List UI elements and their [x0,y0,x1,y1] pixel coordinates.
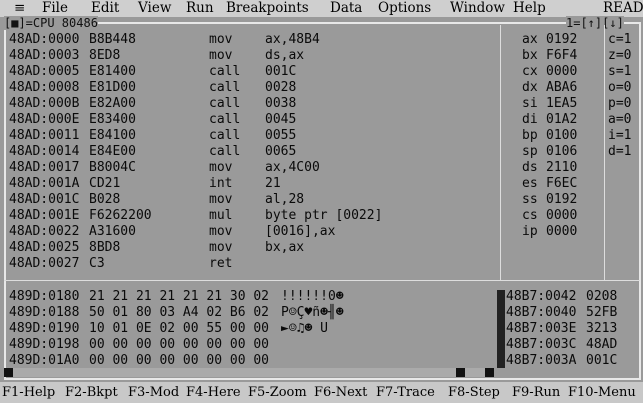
flag-row[interactable]: c=1 [608,32,631,48]
function-key-bar: F1-Help F2-Bkpt F3-Mod F4-Here F5-Zoom F… [0,382,643,403]
f7-trace-key[interactable]: F7-Trace [376,384,435,401]
flag-row[interactable]: a=0 [608,112,631,128]
code-register-divider [500,25,501,280]
f4-here-key[interactable]: F4-Here [186,384,241,401]
flag-row[interactable]: p=0 [608,96,631,112]
f5-zoom-key[interactable]: F5-Zoom [248,384,307,401]
system-menu-icon[interactable]: ≡ [14,0,25,17]
scroll-right-arrow-icon[interactable] [485,368,494,377]
cpu-window-title[interactable]: [■]=CPU 80486 [4,16,98,30]
pane-divider [4,280,640,281]
flag-row[interactable]: s=1 [608,64,631,80]
scroll-thumb[interactable] [456,368,465,377]
menu-view[interactable]: View [138,0,171,17]
register-flag-divider [604,25,605,280]
menu-options[interactable]: Options [378,0,431,17]
menu-data[interactable]: Data [330,0,362,17]
menu-file[interactable]: File [42,0,68,17]
f6-next-key[interactable]: F6-Next [314,384,367,401]
menu-breakpoints[interactable]: Breakpoints [226,0,309,17]
flag-row[interactable]: d=1 [608,144,631,160]
status-indicator: READY [603,0,643,16]
f3-module-key[interactable]: F3-Mod [128,384,179,401]
f2-breakpoint-key[interactable]: F2-Bkpt [65,384,118,401]
flag-row[interactable]: z=0 [608,48,631,64]
flag-row[interactable]: o=0 [608,80,631,96]
dump-vertical-scrollbar[interactable] [497,290,505,368]
f8-step-key[interactable]: F8-Step [448,384,500,401]
f10-menu-key[interactable]: F10-Menu [568,384,636,401]
flag-row[interactable]: i=1 [608,128,631,144]
f9-run-key[interactable]: F9-Run [512,384,560,401]
window-controls[interactable]: 1=[↑][↓] [566,16,624,30]
menu-window[interactable]: Window [450,0,505,17]
dump-horizontal-scrollbar[interactable] [4,368,494,377]
menu-run[interactable]: Run [186,0,214,17]
menu-edit[interactable]: Edit [91,0,119,17]
f1-help-key[interactable]: F1-Help [2,384,55,401]
scroll-left-arrow-icon[interactable] [4,368,13,377]
menu-bar: ≡ File Edit View Run Breakpoints Data Op… [0,0,643,17]
menu-help[interactable]: Help [513,0,546,17]
